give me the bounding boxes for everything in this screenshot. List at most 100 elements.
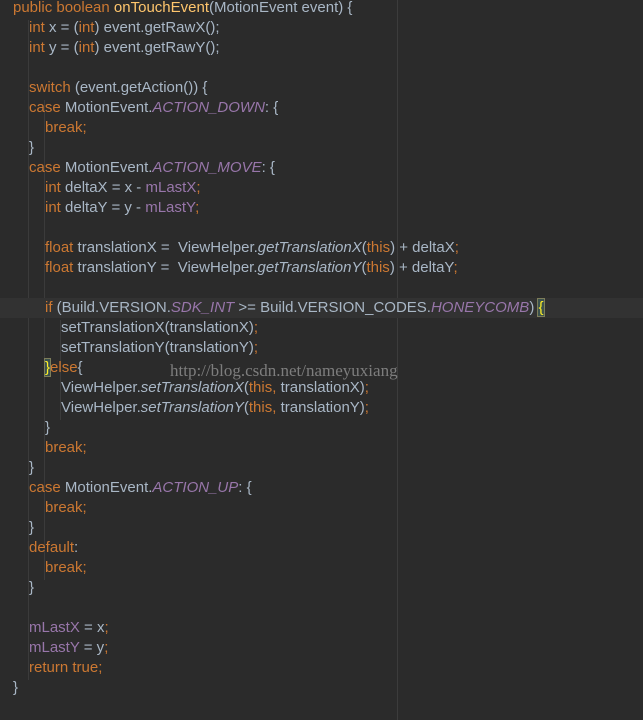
method-call-token: setTranslationX: [140, 379, 244, 396]
field-token: mLastX: [145, 179, 197, 196]
code-token: translationY): [280, 399, 365, 416]
keyword-token: float: [45, 259, 78, 276]
code-token: ViewHelper.: [61, 399, 141, 416]
keyword-token: int: [29, 39, 50, 56]
code-line[interactable]: mLastX = x;: [0, 618, 109, 638]
keyword-token: switch: [29, 79, 75, 96]
method-call-token: setTranslationY: [140, 399, 244, 416]
keyword-token: ;: [104, 639, 109, 656]
code-line[interactable]: setTranslationX(translationX);: [0, 318, 258, 338]
right-margin-guide: [397, 0, 398, 720]
code-token: translationY = ViewHelper.: [77, 259, 258, 276]
code-line[interactable]: }: [0, 518, 34, 538]
code-token: MotionEvent.: [64, 159, 153, 176]
code-token: (event.getAction()) {: [74, 79, 208, 96]
keyword-token: ;: [195, 199, 200, 216]
code-line[interactable]: }: [0, 678, 18, 698]
keyword-token: ;: [82, 559, 87, 576]
code-token: = y: [83, 639, 105, 656]
keyword-token: ;: [454, 239, 459, 256]
code-line[interactable]: switch (event.getAction()) {: [0, 78, 207, 98]
code-token: = x: [84, 619, 105, 636]
keyword-token: int: [45, 199, 66, 216]
keyword-token: ;: [253, 319, 259, 336]
code-line[interactable]: float translationX = ViewHelper.getTrans…: [0, 238, 459, 258]
code-token: }: [45, 419, 51, 436]
code-line[interactable]: [0, 218, 45, 238]
code-line[interactable]: int deltaX = x - mLastX;: [0, 178, 201, 198]
code-line[interactable]: ViewHelper.setTranslationX(this, transla…: [0, 378, 369, 398]
keyword-token: ;: [82, 119, 87, 136]
keyword-token: ;: [104, 619, 109, 636]
code-token: y = (: [49, 39, 79, 56]
code-line[interactable]: mLastY = y;: [0, 638, 108, 658]
constant-token: ACTION_UP: [152, 479, 239, 496]
code-token: {: [77, 359, 83, 376]
constant-token: HONEYCOMB: [430, 299, 530, 316]
code-line[interactable]: float translationY = ViewHelper.getTrans…: [0, 258, 458, 278]
keyword-token: int: [78, 39, 95, 56]
code-line[interactable]: break;: [0, 558, 87, 578]
code-line[interactable]: default:: [0, 538, 78, 558]
keyword-token: this,: [248, 379, 281, 396]
keyword-token: this: [366, 259, 390, 276]
code-editor[interactable]: public boolean onTouchEvent(MotionEvent …: [0, 0, 643, 720]
code-line[interactable]: if (Build.VERSION.SDK_INT >= Build.VERSI…: [0, 298, 643, 318]
code-line[interactable]: public boolean onTouchEvent(MotionEvent …: [0, 0, 352, 18]
method-name-token: onTouchEvent: [113, 0, 209, 16]
keyword-token: if: [45, 299, 57, 316]
code-line[interactable]: break;: [0, 118, 87, 138]
code-line[interactable]: int y = (int) event.getRawY();: [0, 38, 220, 58]
code-token: deltaX = x -: [65, 179, 146, 196]
keyword-token: this,: [248, 399, 281, 416]
code-line[interactable]: setTranslationY(translationY);: [0, 338, 258, 358]
code-line[interactable]: }else{: [0, 358, 83, 378]
code-line[interactable]: int x = (int) event.getRawX();: [0, 18, 220, 38]
code-token: MotionEvent.: [64, 99, 153, 116]
code-line[interactable]: [0, 58, 29, 78]
code-line[interactable]: }: [0, 138, 34, 158]
code-token: ) + deltaY: [389, 259, 454, 276]
code-line[interactable]: case MotionEvent.ACTION_UP: {: [0, 478, 252, 498]
keyword-token: else: [50, 359, 78, 376]
keyword-token: ;: [196, 179, 201, 196]
code-token: :: [74, 539, 79, 556]
code-token: translationX): [280, 379, 365, 396]
code-token: MotionEvent.: [64, 479, 153, 496]
code-token: setTranslationY(translationY): [61, 339, 254, 356]
keyword-token: int: [78, 19, 95, 36]
code-line[interactable]: [0, 278, 45, 298]
code-token: }: [29, 459, 35, 476]
code-line[interactable]: return true;: [0, 658, 102, 678]
code-token: >= Build.VERSION_CODES.: [238, 299, 431, 316]
constant-token: SDK_INT: [170, 299, 239, 316]
keyword-token: ;: [364, 379, 369, 396]
keyword-token: case: [29, 99, 65, 116]
code-token: x = (: [49, 19, 79, 36]
field-token: mLastX: [29, 619, 85, 636]
code-token: : {: [261, 159, 275, 176]
keyword-token: return true;: [29, 659, 103, 676]
keyword-token: public boolean: [13, 0, 114, 16]
constant-token: ACTION_DOWN: [152, 99, 265, 116]
code-token: deltaY = y -: [65, 199, 146, 216]
keyword-token: case: [29, 479, 65, 496]
constant-token: ACTION_MOVE: [152, 159, 262, 176]
code-line[interactable]: [0, 598, 29, 618]
code-line[interactable]: }: [0, 418, 50, 438]
watermark: http://blog.csdn.net/nameyuxiang: [170, 361, 398, 380]
method-call-token: getTranslationX: [257, 239, 362, 256]
code-line[interactable]: case MotionEvent.ACTION_MOVE: {: [0, 158, 275, 178]
code-token: translationX = ViewHelper.: [77, 239, 258, 256]
code-line[interactable]: break;: [0, 438, 87, 458]
method-call-token: getTranslationY: [257, 259, 362, 276]
keyword-token: break: [45, 499, 83, 516]
code-line[interactable]: ViewHelper.setTranslationY(this, transla…: [0, 398, 369, 418]
code-line[interactable]: }: [0, 578, 34, 598]
code-token: }: [13, 679, 19, 696]
keyword-token: ;: [82, 439, 87, 456]
code-line[interactable]: break;: [0, 498, 87, 518]
code-line[interactable]: }: [0, 458, 34, 478]
code-line[interactable]: int deltaY = y - mLastY;: [0, 198, 199, 218]
code-line[interactable]: case MotionEvent.ACTION_DOWN: {: [0, 98, 278, 118]
